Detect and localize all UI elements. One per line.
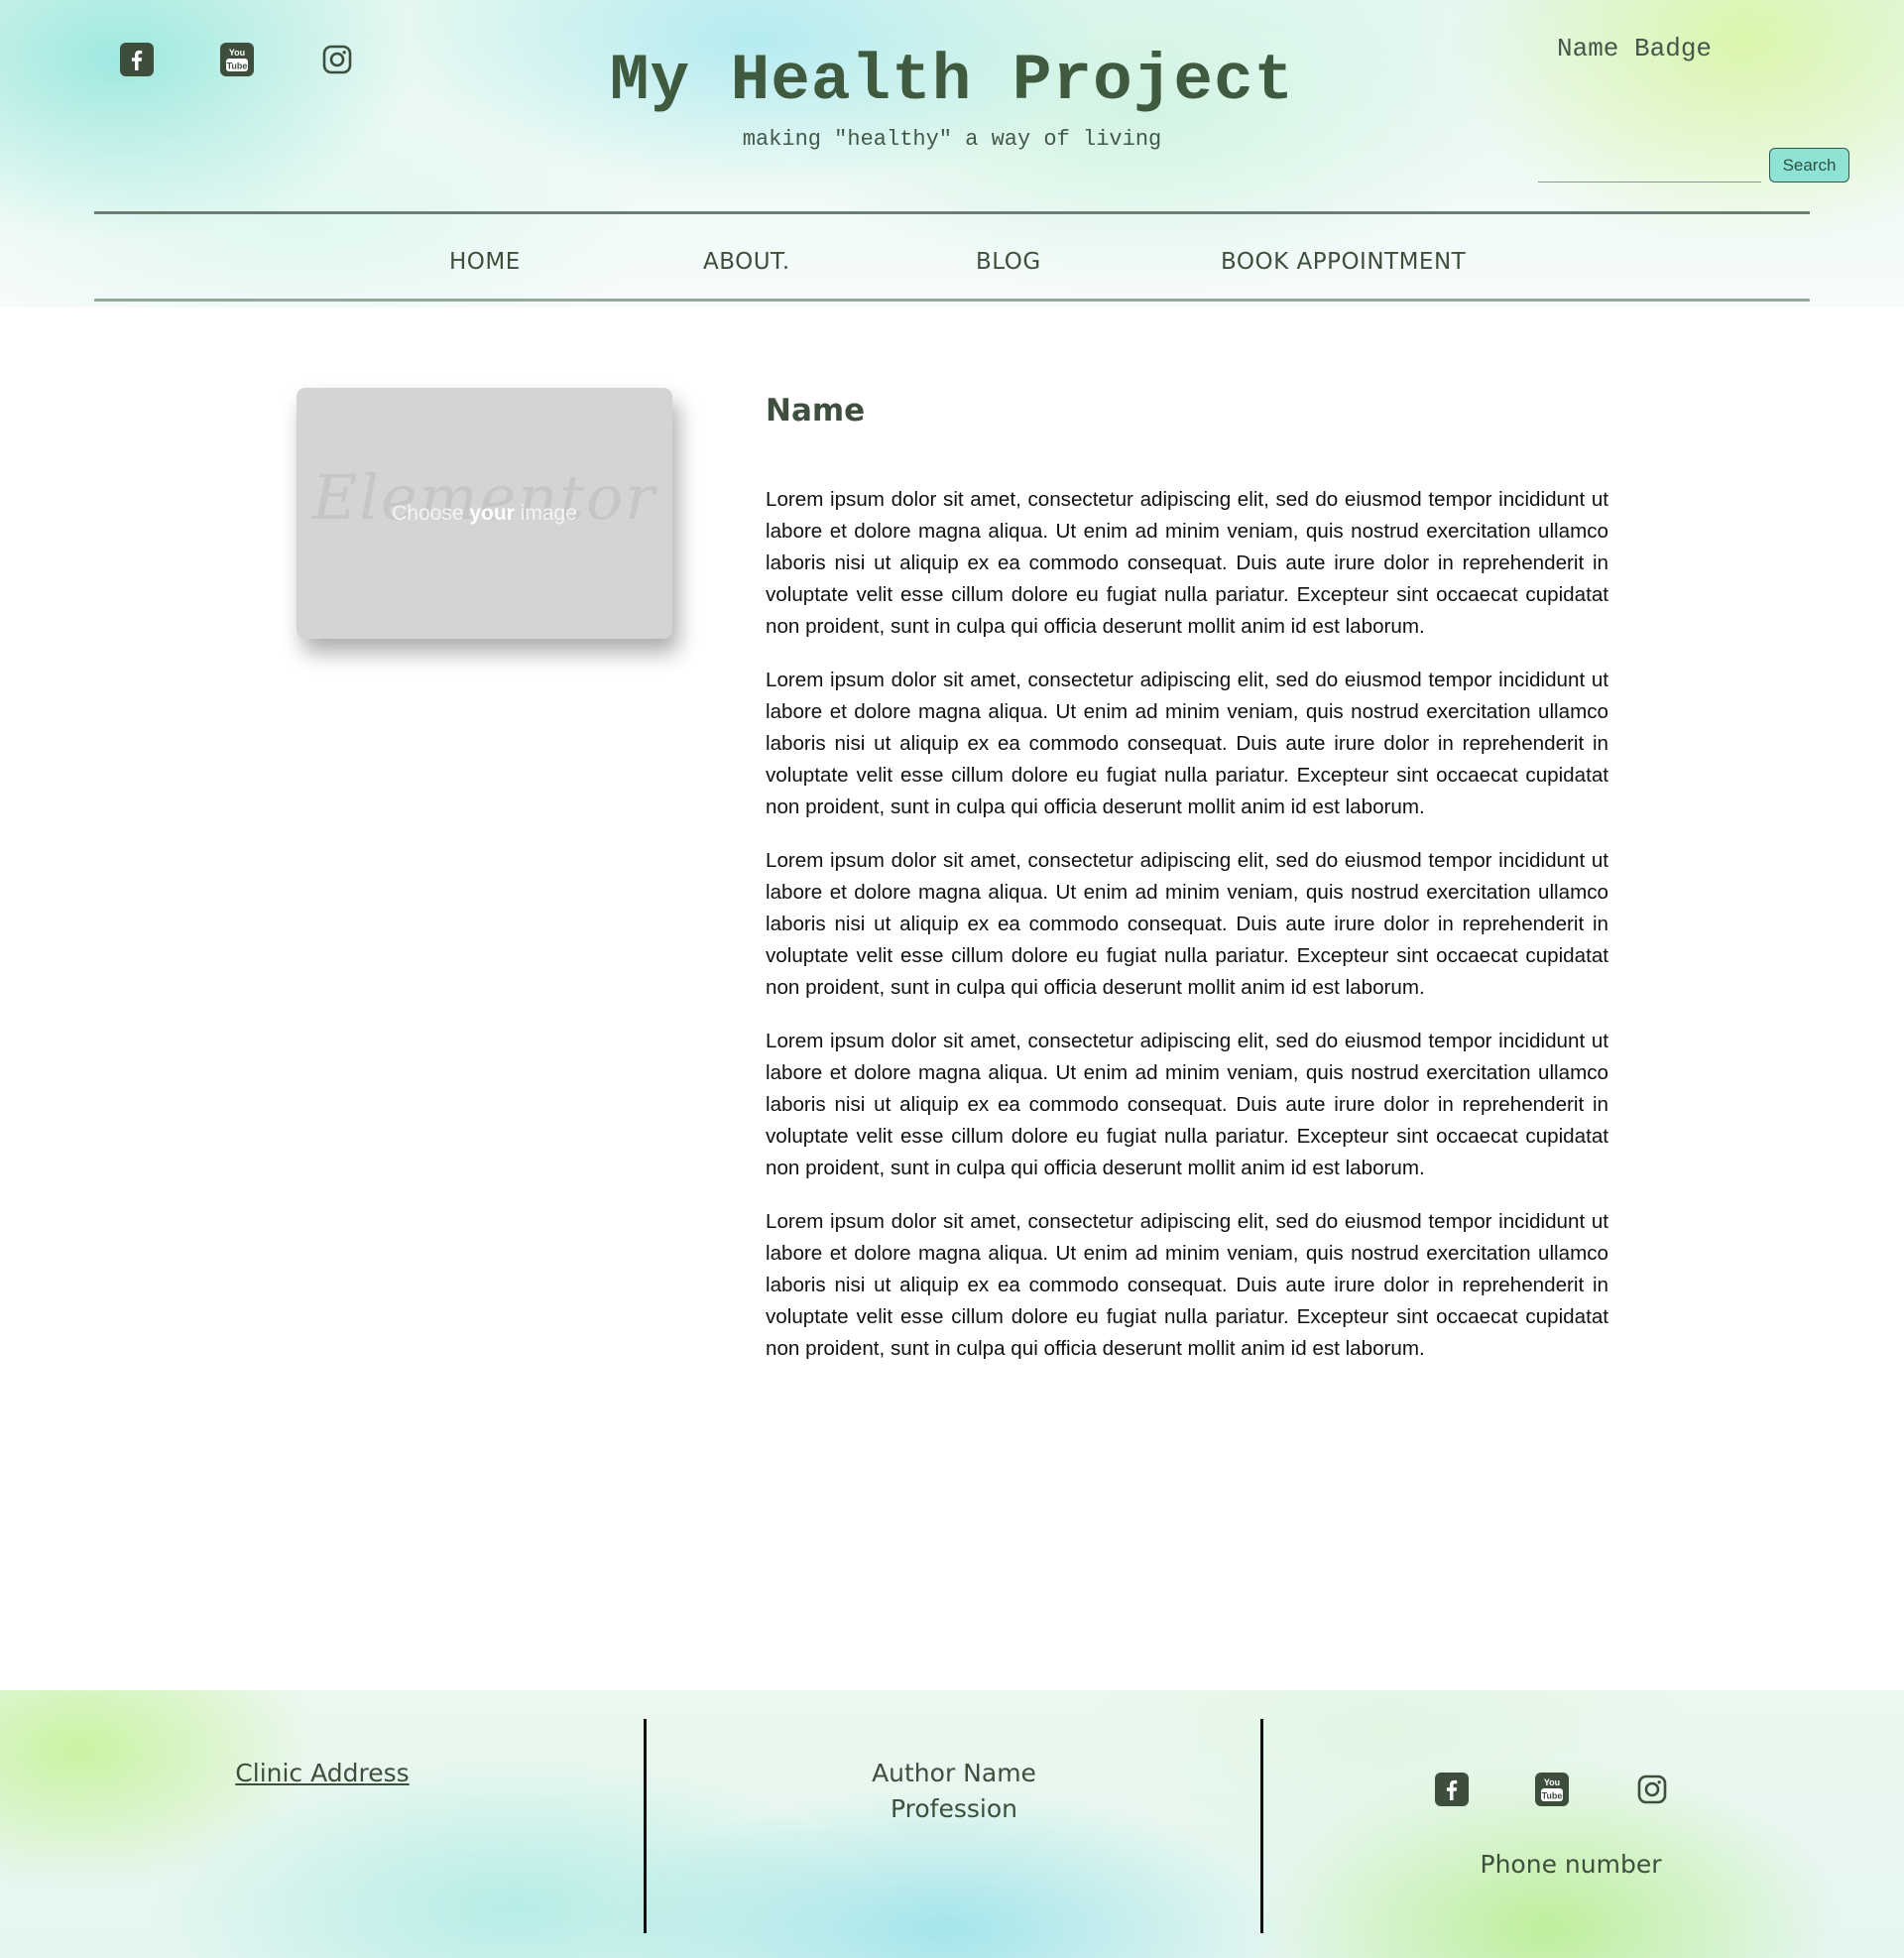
nav-item-home[interactable]: HOME xyxy=(449,249,521,275)
nav-item-book-appointment[interactable]: BOOK APPOINTMENT xyxy=(1221,249,1466,275)
bio-paragraph: Lorem ipsum dolor sit amet, consectetur … xyxy=(766,488,1608,638)
name-badge: Name Badge xyxy=(1557,34,1713,63)
nav-item-about[interactable]: ABOUT. xyxy=(703,249,790,275)
bio-paragraph: Lorem ipsum dolor sit amet, consectetur … xyxy=(766,849,1608,999)
choose-image-emphasis: your xyxy=(469,501,515,525)
clinic-address-link[interactable]: Clinic Address xyxy=(0,1756,645,1791)
bio-paragraph: Lorem ipsum dolor sit amet, consectetur … xyxy=(766,669,1608,818)
site-header: You Tube My Health Project making "healt… xyxy=(0,0,1904,307)
image-placeholder[interactable]: Elementor Choose your image xyxy=(297,388,672,639)
choose-image-text: Choose your image xyxy=(392,502,577,526)
author-profession: Profession xyxy=(891,1794,1017,1823)
bio-text: Lorem ipsum dolor sit amet, consectetur … xyxy=(766,484,1608,1387)
bio-paragraph: Lorem ipsum dolor sit amet, consectetur … xyxy=(766,1210,1608,1360)
site-tagline: making "healthy" a way of living xyxy=(742,127,1162,152)
youtube-icon[interactable]: You Tube xyxy=(1535,1773,1569,1806)
nav-divider-bottom xyxy=(94,299,1810,302)
choose-image-suffix: image xyxy=(514,501,577,525)
instagram-icon[interactable] xyxy=(1635,1773,1669,1806)
bio-paragraph: Lorem ipsum dolor sit amet, consectetur … xyxy=(766,1030,1608,1179)
footer-social-links: You Tube xyxy=(1435,1773,1669,1806)
footer-divider-right xyxy=(1260,1719,1263,1933)
search-input[interactable] xyxy=(1538,153,1761,183)
choose-image-prefix: Choose xyxy=(392,501,470,525)
author-info: Author Name Profession xyxy=(647,1756,1261,1827)
nav-divider-top xyxy=(94,211,1810,214)
svg-text:You: You xyxy=(1544,1777,1560,1787)
site-footer: Clinic Address Author Name Profession Yo… xyxy=(0,1690,1904,1958)
svg-text:Tube: Tube xyxy=(1542,1791,1563,1801)
search-button[interactable]: Search xyxy=(1769,148,1849,183)
author-name: Author Name xyxy=(872,1759,1036,1787)
profile-name: Name xyxy=(766,393,866,428)
facebook-icon[interactable] xyxy=(1435,1773,1469,1806)
nav-item-blog[interactable]: BLOG xyxy=(976,249,1041,275)
phone-number: Phone number xyxy=(1480,1850,1662,1879)
